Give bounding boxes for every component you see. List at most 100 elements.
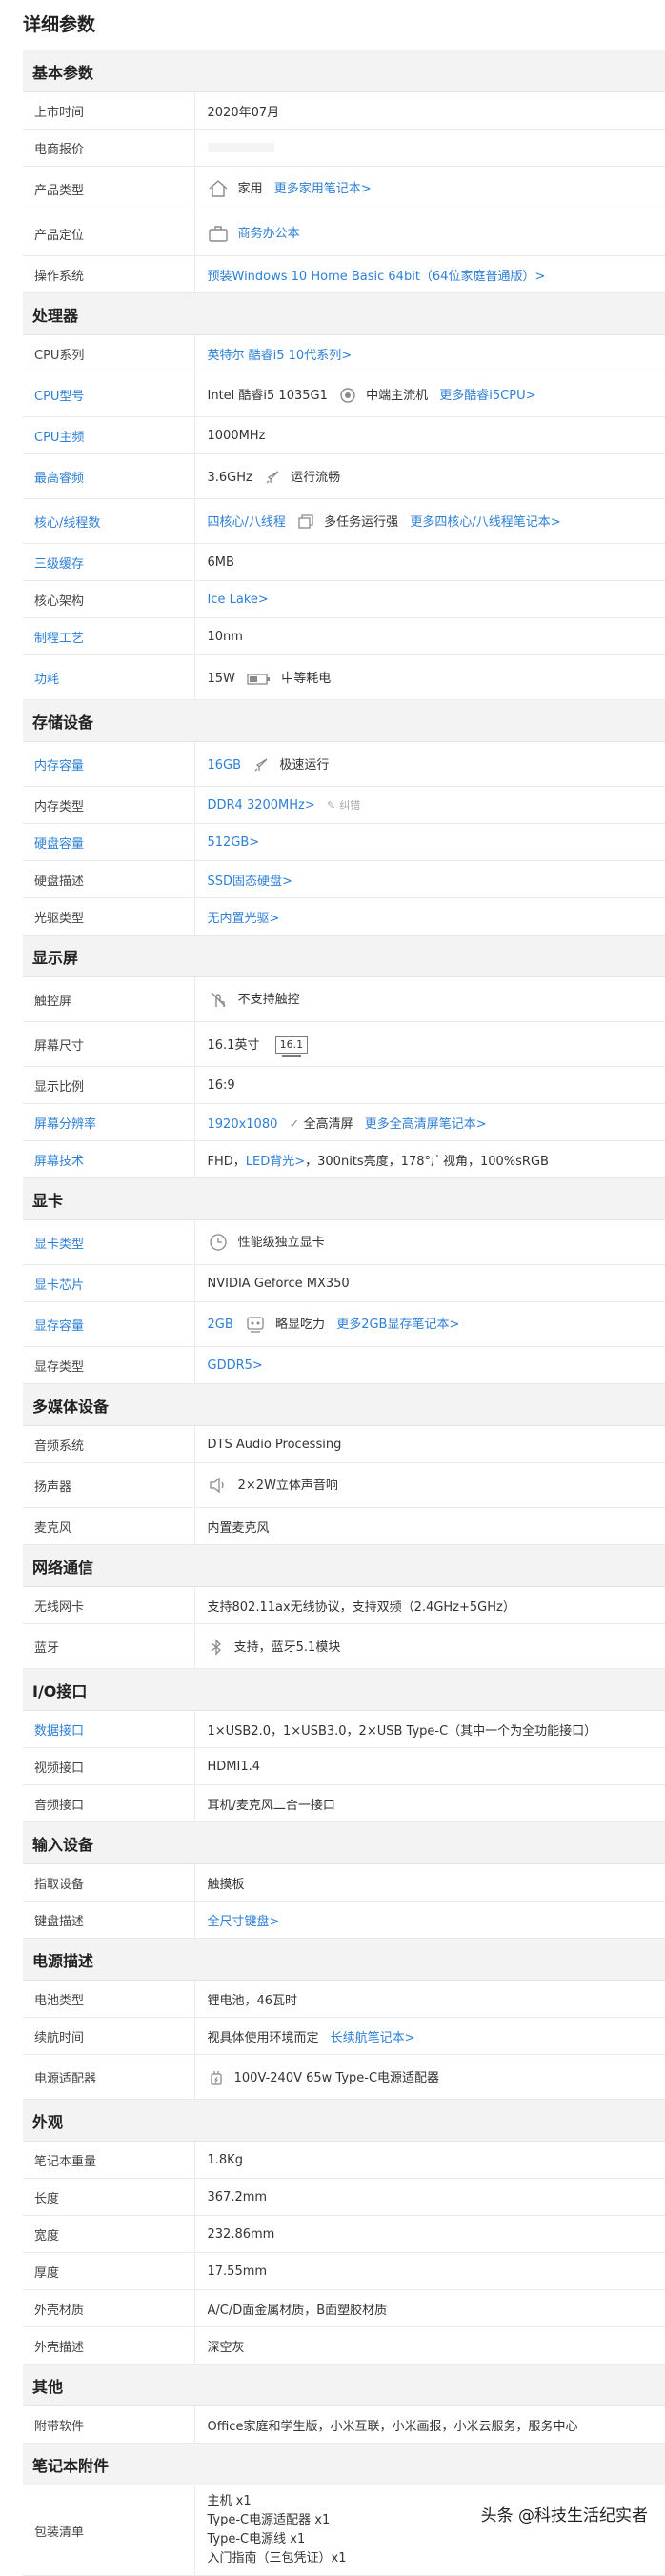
- edit-icon[interactable]: ✎: [327, 799, 335, 812]
- spec-label: 键盘描述: [23, 1901, 195, 1939]
- spec-label-link[interactable]: 制程工艺: [23, 617, 195, 655]
- led-link[interactable]: LED背光>: [246, 1155, 305, 1169]
- screen-size: 16.1英寸: [207, 1037, 260, 1053]
- spec-row-data-ports: 数据接口 1×USB2.0，1×USB3.0，2×USB Type-C（其中一个…: [23, 1710, 665, 1748]
- spec-row-battery: 电池类型 锂电池，46瓦时: [23, 1980, 665, 2018]
- spec-value: 内置麦克风: [194, 1507, 665, 1545]
- section-title: 输入设备: [23, 1821, 665, 1864]
- bluetooth-icon: [208, 1639, 225, 1656]
- spec-row-process: 制程工艺 10nm: [23, 617, 665, 655]
- spec-row-width: 宽度 232.86mm: [23, 2215, 665, 2253]
- list-item: Type-C电源线 x1: [207, 2532, 306, 2546]
- ramtype-link[interactable]: DDR4 3200MHz>: [208, 798, 315, 813]
- tdp-note: 中等耗电: [281, 672, 332, 687]
- spec-label: 电源适配器: [23, 2054, 195, 2100]
- spec-row-optical: 光驱类型 无内置光驱>: [23, 897, 665, 936]
- ssd-link[interactable]: SSD固态硬盘>: [208, 875, 292, 889]
- spec-value: NVIDIA Geforce MX350: [194, 1264, 665, 1302]
- section-other: 其他: [23, 2364, 665, 2406]
- spec-row-adapter: 电源适配器 100V-240V 65w Type-C电源适配器: [23, 2054, 665, 2100]
- spec-row-pointer: 指取设备 触摸板: [23, 1863, 665, 1902]
- spec-label: 厚度: [23, 2252, 195, 2290]
- gddr5-link[interactable]: GDDR5>: [208, 1358, 263, 1373]
- res-link[interactable]: 1920x1080: [208, 1117, 278, 1132]
- cpu-turbo: 3.6GHz: [207, 470, 252, 485]
- spec-label: CPU系列: [23, 334, 195, 372]
- optical-link[interactable]: 无内置光驱>: [208, 912, 280, 926]
- page-title: 详细参数: [23, 14, 96, 35]
- spec-label: 显示比例: [23, 1066, 195, 1104]
- product-type: 家用: [237, 181, 263, 196]
- spec-label: 麦克风: [23, 1507, 195, 1545]
- correction-link[interactable]: 纠错: [339, 799, 360, 812]
- spec-label-link[interactable]: 内存容量: [23, 741, 195, 787]
- tech-post: ，300nits亮度，178°广视角，100%sRGB: [305, 1154, 549, 1169]
- spec-label-link[interactable]: 核心/线程数: [23, 498, 195, 544]
- spec-label-link[interactable]: 三级缓存: [23, 543, 195, 581]
- section-title: 显示屏: [23, 935, 665, 977]
- spec-label-link[interactable]: 屏幕技术: [23, 1140, 195, 1178]
- keyboard-link[interactable]: 全尺寸键盘>: [208, 1915, 280, 1929]
- spec-row-audio: 音频系统 DTS Audio Processing: [23, 1425, 665, 1463]
- spec-label: 产品类型: [23, 166, 195, 211]
- spec-row-disk: 硬盘容量 512GB>: [23, 823, 665, 861]
- spec-label-link[interactable]: 显卡芯片: [23, 1264, 195, 1302]
- spec-label: 操作系统: [23, 255, 195, 293]
- spec-label-link[interactable]: CPU主频: [23, 416, 195, 454]
- spec-row-os: 操作系统 预装Windows 10 Home Basic 64bit（64位家庭…: [23, 255, 665, 293]
- spec-value: HDMI1.4: [194, 1747, 665, 1785]
- business-laptop-link[interactable]: 商务办公本: [238, 227, 300, 241]
- spec-label-link[interactable]: 功耗: [23, 654, 195, 700]
- spec-label-link[interactable]: 最高睿频: [23, 453, 195, 499]
- more-fhd-link[interactable]: 更多全高清屏笔记本>: [365, 1117, 487, 1132]
- spec-label: 扬声器: [23, 1462, 195, 1508]
- spec-label: 外壳材质: [23, 2289, 195, 2327]
- tdp: 15W: [207, 672, 235, 687]
- vram-link[interactable]: 2GB: [208, 1318, 233, 1332]
- bt-value: 支持，蓝牙5.1模块: [233, 1640, 341, 1655]
- spec-row-cpu-cores: 核心/线程数 四核心/八线程 多任务运行强 更多四核心/八线程笔记本>: [23, 498, 665, 544]
- spec-row-thickness: 厚度 17.55mm: [23, 2252, 665, 2290]
- spec-row-package: 包装清单 主机 x1 Type-C电源适配器 x1 Type-C电源线 x1 入…: [23, 2485, 665, 2576]
- spec-label-link[interactable]: 显存容量: [23, 1301, 195, 1347]
- list-item: 入门指南（三包凭证）x1: [207, 2551, 347, 2566]
- disk-link[interactable]: 512GB>: [208, 835, 260, 850]
- spec-row-speaker: 扬声器 2×2W立体声音响: [23, 1462, 665, 1508]
- spec-table: 基本参数 上市时间 2020年07月 电商报价 产品类型 家用 更多家用笔记本>…: [23, 50, 665, 2576]
- spec-label: 核心架构: [23, 580, 195, 618]
- spec-value: 10nm: [194, 617, 665, 655]
- battery-icon: [247, 672, 272, 687]
- spec-row-vramtype: 显存类型 GDDR5>: [23, 1346, 665, 1384]
- section-cpu: 处理器: [23, 292, 665, 335]
- ram-link[interactable]: 16GB: [208, 758, 242, 773]
- section-title: 笔记本附件: [23, 2443, 665, 2485]
- spec-label-link[interactable]: 屏幕分辨率: [23, 1103, 195, 1141]
- spec-label-link[interactable]: CPU型号: [23, 372, 195, 417]
- section-network: 网络通信: [23, 1544, 665, 1587]
- spec-label: 硬盘描述: [23, 860, 195, 898]
- spec-value: 2020年07月: [194, 91, 665, 130]
- multitask-icon: [297, 513, 314, 531]
- cpu-series-link[interactable]: 英特尔 酷睿i5 10代系列>: [208, 349, 353, 363]
- more-i5-cpu-link[interactable]: 更多酷睿i5CPU>: [439, 389, 535, 403]
- check-icon: ✓: [289, 1117, 300, 1132]
- spec-value: 深空灰: [194, 2326, 665, 2365]
- spec-label: 屏幕尺寸: [23, 1021, 195, 1067]
- spec-label: 长度: [23, 2178, 195, 2216]
- long-life-link[interactable]: 长续航笔记本>: [331, 2031, 415, 2045]
- spec-row-material: 外壳材质 A/C/D面金属材质，B面塑胶材质: [23, 2289, 665, 2327]
- section-accessories: 笔记本附件: [23, 2443, 665, 2485]
- arch-link[interactable]: Ice Lake>: [208, 593, 269, 607]
- spec-value: A/C/D面金属材质，B面塑胶材质: [194, 2289, 665, 2327]
- spec-label: 电商报价: [23, 129, 195, 167]
- more-2gb-link[interactable]: 更多2GB显存笔记本>: [336, 1318, 459, 1332]
- life-value: 视具体使用环境而定: [207, 2030, 319, 2045]
- os-link[interactable]: 预装Windows 10 Home Basic 64bit（64位家庭普通版）>: [208, 270, 546, 284]
- more-home-laptops-link[interactable]: 更多家用笔记本>: [274, 182, 372, 196]
- section-title: 存储设备: [23, 699, 665, 742]
- spec-label-link[interactable]: 硬盘容量: [23, 823, 195, 861]
- cores-link[interactable]: 四核心/八线程: [208, 515, 286, 530]
- spec-label-link[interactable]: 显卡类型: [23, 1219, 195, 1265]
- more-cores-link[interactable]: 更多四核心/八线程笔记本>: [410, 515, 560, 530]
- spec-label-link[interactable]: 数据接口: [23, 1710, 195, 1748]
